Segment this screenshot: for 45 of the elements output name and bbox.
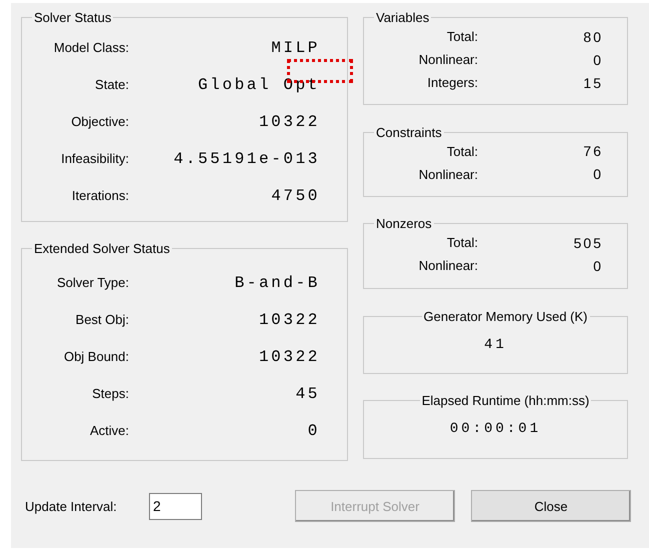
- field-value: 45: [294, 384, 321, 402]
- field-value: 76: [582, 143, 604, 159]
- field-label: Nonlinear:: [418, 166, 478, 182]
- field-label: Total:: [446, 29, 478, 44]
- field-label: State:: [94, 77, 129, 92]
- field-value: 80: [582, 28, 604, 44]
- field-label: Iterations:: [70, 188, 129, 203]
- readout-value: 41: [484, 336, 507, 352]
- field-value: 0: [592, 166, 604, 182]
- field-value: 10322: [258, 310, 321, 328]
- field-label: Objective:: [70, 114, 129, 129]
- field-label: Infeasibility:: [60, 151, 129, 166]
- field-label: Steps:: [91, 386, 129, 401]
- field-label: Nonlinear:: [418, 52, 478, 67]
- field-label: Solver Type:: [56, 275, 129, 290]
- field-label: Total:: [446, 144, 478, 158]
- panel-title: Variables: [375, 10, 430, 25]
- field-label: Model Class:: [52, 40, 129, 55]
- field-value: MILP: [270, 38, 321, 56]
- field-value: 15: [582, 74, 604, 90]
- panel-title: Generator Memory Used (K): [422, 308, 588, 324]
- panel-title: Constraints: [375, 124, 443, 140]
- field-value: 10322: [258, 348, 321, 366]
- field-label: Nonlinear:: [418, 258, 478, 273]
- update-interval-label: Update Interval:: [25, 498, 118, 514]
- update-interval-field[interactable]: 2: [149, 492, 202, 520]
- field-value: B-and-B: [234, 274, 321, 292]
- field-label: Active:: [88, 423, 129, 438]
- field-value: 0: [592, 52, 604, 68]
- panel-title: Elapsed Runtime (hh:mm:ss): [420, 393, 590, 408]
- readout-value: 00:00:01: [450, 421, 542, 437]
- panel-title: Nonzeros: [375, 216, 433, 231]
- field-label: Best Obj:: [74, 312, 129, 327]
- field-value: 505: [572, 234, 604, 250]
- field-value: 10322: [258, 112, 321, 130]
- panel-title: Solver Status: [33, 10, 112, 25]
- panel-title: Extended Solver Status: [33, 241, 171, 256]
- field-value: 4750: [270, 186, 321, 204]
- close-button[interactable]: Close: [471, 490, 631, 522]
- field-label: Integers:: [426, 75, 478, 90]
- field-label: Obj Bound:: [62, 349, 129, 364]
- field-value: 4.55191e-013: [172, 150, 321, 168]
- field-value: 0: [306, 422, 321, 440]
- field-label: Total:: [446, 235, 478, 250]
- field-value: 0: [592, 258, 604, 274]
